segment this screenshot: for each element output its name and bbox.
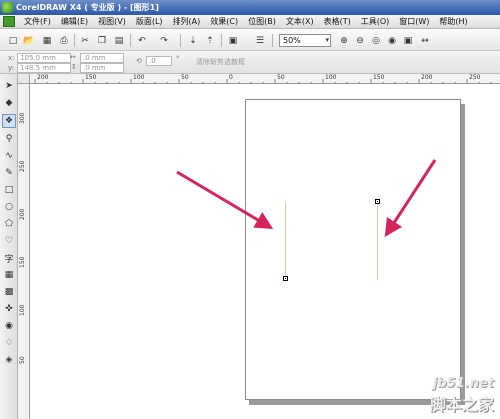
ruler-left-label: 150 (19, 256, 26, 268)
menu-window[interactable]: 窗口(W) (394, 16, 434, 27)
menu-effects[interactable]: 效果(C) (205, 16, 243, 27)
text-tool-icon[interactable]: 字 (2, 251, 16, 265)
ruler-left-label: 200 (19, 208, 26, 220)
print-icon[interactable]: ⎙ (57, 34, 71, 47)
polygon-tool-icon[interactable]: ⬠ (2, 217, 16, 231)
ruler-top-label: 150 (85, 74, 97, 81)
clear-envelope-button[interactable]: 清除斩剪透散框 (196, 57, 245, 67)
ellipse-tool-icon[interactable]: ○ (2, 200, 16, 214)
ruler-top-label: 50 (181, 74, 189, 81)
watermark-site: jb51.net (432, 376, 494, 391)
x-label: x: (8, 54, 15, 62)
ruler-top-label: 150 (373, 74, 385, 81)
watermark: jb51.net 脚本之家 (430, 376, 494, 415)
menu-help[interactable]: 帮助(H) (434, 16, 472, 27)
menu-arrange[interactable]: 排列(A) (168, 16, 206, 27)
selection-handle[interactable] (375, 199, 380, 204)
shape-tool-icon[interactable]: ◆ (2, 96, 16, 110)
ruler-left-label: 300 (19, 112, 26, 124)
zoom-in-icon[interactable]: ⊕ (337, 34, 351, 47)
rotation-icon: ⟲ (136, 57, 142, 65)
new-icon[interactable]: □ (6, 34, 20, 47)
title-bar: CorelDRAW X4 ( 专业版 ) - [图形1] (0, 0, 500, 15)
ruler-top-label: 100 (325, 74, 337, 81)
watermark-name: 脚本之家 (429, 395, 494, 414)
ruler-top-label: 250 (469, 74, 481, 81)
document-page[interactable] (245, 99, 461, 400)
y-label: y: (8, 64, 14, 72)
height-field[interactable]: .0 mm (80, 63, 124, 73)
smart-fill-tool-icon[interactable]: ✎ (2, 166, 16, 180)
menu-bar: 文件(F) 编辑(E) 视图(V) 版面(L) 排列(A) 效果(C) 位图(B… (0, 15, 500, 29)
menu-file[interactable]: 文件(F) (19, 16, 56, 27)
cut-icon[interactable]: ✂ (78, 34, 92, 47)
menu-table[interactable]: 表格(T) (319, 16, 356, 27)
table-tool-icon[interactable]: ▦ (2, 268, 16, 282)
width-icon: ↔ (70, 53, 76, 61)
interactive-fill-tool-icon[interactable]: ◈ (2, 353, 16, 367)
horizontal-ruler[interactable]: 200 150 100 50 0 50 100 150 200 250 (30, 74, 500, 84)
interactive-blend-tool-icon[interactable]: ▩ (2, 285, 16, 299)
ruler-origin[interactable] (18, 74, 30, 84)
menu-layout[interactable]: 版面(L) (131, 16, 168, 27)
menu-tools[interactable]: 工具(O) (356, 16, 395, 27)
zoom-width-icon[interactable]: ↔ (418, 34, 432, 47)
ruler-top-label: 100 (133, 74, 145, 81)
export-icon[interactable]: ⇡ (203, 34, 217, 47)
ruler-top-label: 200 (421, 74, 433, 81)
height-icon: ↕ (71, 63, 77, 71)
menu-text[interactable]: 文本(X) (281, 16, 319, 27)
chevron-down-icon: ▾ (325, 36, 329, 44)
menu-view[interactable]: 视图(V) (93, 16, 131, 27)
toolbox: ➤ ◆ ❖ ⚲ ∿ ✎ □ ○ ⬠ ♡ 字 ▦ ▩ ✜ ◉ ♢ ◈ (0, 74, 18, 419)
ruler-left-label: 100 (19, 304, 26, 316)
ruler-left-label: 250 (19, 160, 26, 172)
y-position-field[interactable]: 148.5 mm (17, 63, 71, 73)
freehand-tool-icon[interactable]: ∿ (2, 149, 16, 163)
zoom-tool-icon[interactable]: ⚲ (2, 132, 16, 146)
ruler-top-label: 50 (277, 74, 285, 81)
eyedropper-tool-icon[interactable]: ✜ (2, 302, 16, 316)
zoom-level-select[interactable]: 50% ▾ (279, 34, 331, 47)
rotation-angle-field[interactable]: .0 (146, 56, 172, 66)
line-object-right[interactable] (377, 203, 378, 280)
redo-icon[interactable]: ↷ (157, 34, 171, 47)
x-position-field[interactable]: 105.0 mm (17, 53, 71, 63)
application-launcher-icon[interactable]: ▣ (226, 34, 240, 47)
zoom-all-icon[interactable]: ◉ (385, 34, 399, 47)
property-bar: x: 105.0 mm y: 148.5 mm ↔ .0 mm ↕ .0 mm … (0, 51, 500, 74)
selection-handle[interactable] (283, 276, 288, 281)
menu-bitmaps[interactable]: 位图(B) (243, 16, 281, 27)
width-field[interactable]: .0 mm (80, 53, 124, 63)
open-icon[interactable]: 📂 (22, 34, 36, 47)
zoom-out-icon[interactable]: ⊖ (353, 34, 367, 47)
save-icon[interactable]: ▦ (40, 34, 54, 47)
import-icon[interactable]: ⇣ (186, 34, 200, 47)
zoom-level-value: 50% (283, 36, 301, 45)
ruler-top-label: 0 (229, 74, 233, 81)
ruler-left-label: 50 (19, 356, 26, 364)
window-title: CorelDRAW X4 ( 专业版 ) - [图形1] (16, 3, 159, 12)
zoom-page-icon[interactable]: ▣ (401, 34, 415, 47)
ruler-top-label: 200 (37, 74, 49, 81)
pick-tool-icon[interactable]: ➤ (2, 79, 16, 93)
undo-icon[interactable]: ↶ (135, 34, 149, 47)
line-object-left[interactable] (285, 202, 286, 279)
standard-toolbar: □ 📂 ▦ ⎙ ✂ ❐ ▤ ↶ ↷ ⇣ ⇡ ▣ ☰ 50% ▾ ⊕ ⊖ ◎ ◉ … (0, 30, 500, 51)
fill-tool-icon[interactable]: ♢ (2, 336, 16, 350)
rectangle-tool-icon[interactable]: □ (2, 183, 16, 197)
copy-icon[interactable]: ❐ (95, 34, 109, 47)
menu-edit[interactable]: 编辑(E) (56, 16, 93, 27)
paste-icon[interactable]: ▤ (112, 34, 126, 47)
degree-unit: ° (176, 55, 180, 63)
outline-tool-icon[interactable]: ◉ (2, 319, 16, 333)
vertical-ruler[interactable]: 300 250 200 150 100 50 (18, 84, 30, 419)
coreldraw-app-icon (2, 2, 13, 13)
crop-tool-icon[interactable]: ❖ (2, 114, 16, 128)
document-icon[interactable] (3, 16, 15, 27)
welcome-icon[interactable]: ☰ (253, 34, 267, 47)
zoom-selected-icon[interactable]: ◎ (369, 34, 383, 47)
basic-shapes-tool-icon[interactable]: ♡ (2, 234, 16, 248)
